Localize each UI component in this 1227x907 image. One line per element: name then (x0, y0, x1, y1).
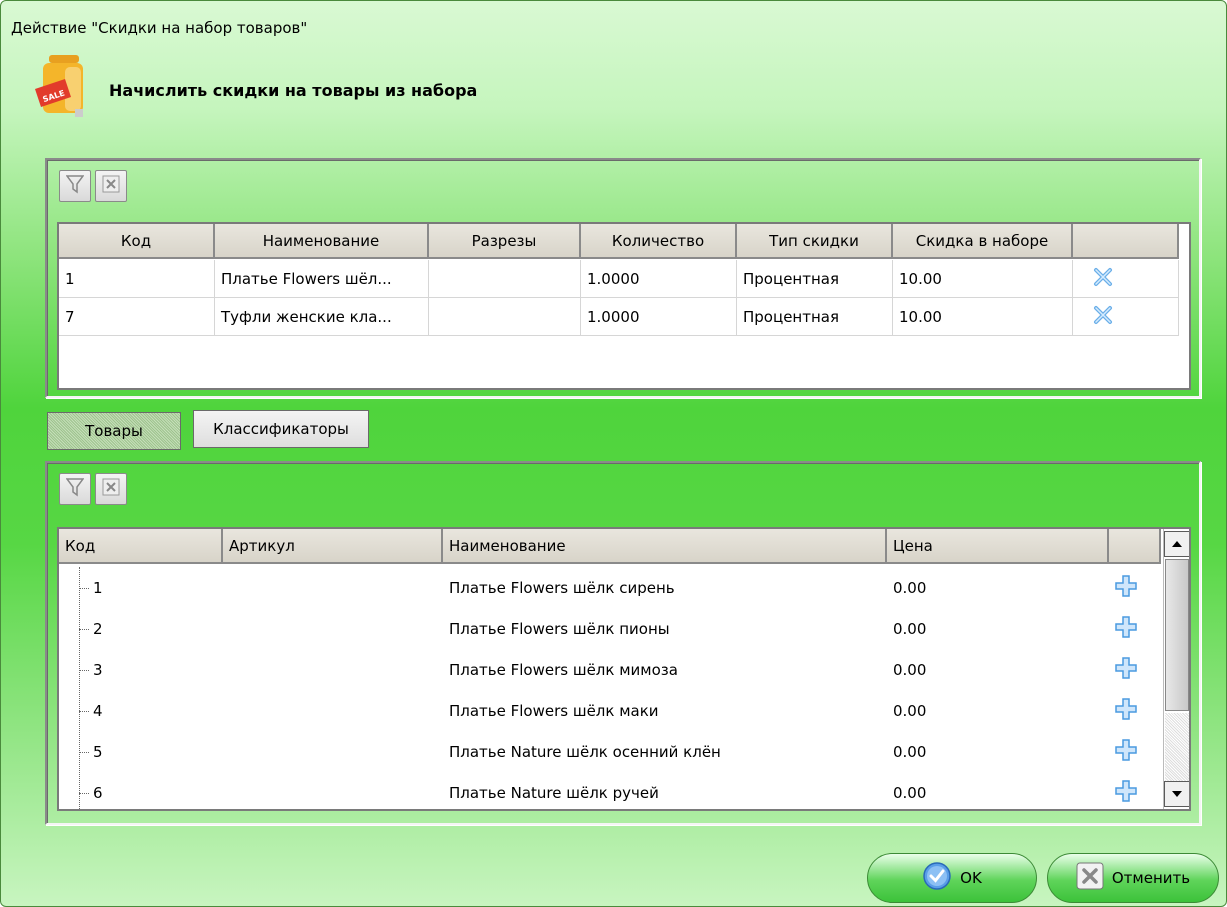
cell-name: Платье Nature шёлк ручей (449, 784, 659, 802)
cell-code: 1 (93, 579, 103, 597)
cancel-label: Отменить (1111, 869, 1191, 887)
col-qty[interactable]: Количество (581, 224, 737, 259)
scroll-down-button[interactable] (1164, 781, 1189, 807)
header-title: Начислить скидки на товары из набора (109, 81, 478, 100)
cell-name: Платье Flowers шёлк пионы (449, 620, 670, 638)
cell-cuts (429, 298, 581, 336)
cell-qty: 1.0000 (581, 298, 737, 336)
tree-connector (79, 567, 80, 809)
ok-label: OK (960, 869, 982, 887)
cell-code: 7 (59, 298, 215, 336)
col-cuts[interactable]: Разрезы (429, 224, 581, 259)
cell-name: Туфли женские кла... (215, 298, 429, 336)
filter-icon (65, 174, 85, 198)
cell-price: 0.00 (893, 579, 927, 597)
cell-name: Платье Nature шёлк осенний клён (449, 743, 721, 761)
col-code[interactable]: Код (59, 529, 223, 564)
remove-icon (1093, 267, 1113, 291)
cell-qty: 1.0000 (581, 260, 737, 298)
col-discount[interactable]: Скидка в наборе (893, 224, 1073, 259)
add-item-button[interactable] (1115, 569, 1137, 607)
cell-name: Платье Flowers шёлк маки (449, 702, 659, 720)
scroll-up-button[interactable] (1164, 531, 1189, 557)
add-item-button[interactable] (1115, 610, 1137, 648)
tree-connector (79, 752, 89, 753)
add-item-button[interactable] (1115, 692, 1137, 730)
cell-code: 4 (93, 702, 103, 720)
remove-row-button[interactable] (1073, 260, 1179, 298)
scroll-track[interactable] (1165, 713, 1189, 781)
col-actions (1109, 529, 1161, 564)
cell-price: 0.00 (893, 702, 927, 720)
vertical-scrollbar[interactable] (1163, 529, 1189, 809)
plus-icon (1115, 739, 1137, 765)
add-item-button[interactable] (1115, 733, 1137, 771)
col-price[interactable]: Цена (887, 529, 1109, 564)
add-item-button[interactable] (1115, 651, 1137, 689)
plus-icon (1115, 616, 1137, 642)
tab-classifiers[interactable]: Классификаторы (193, 410, 369, 448)
add-item-button[interactable] (1115, 774, 1137, 809)
sale-bag-icon: SALE (35, 53, 89, 119)
cancel-button[interactable]: Отменить (1047, 853, 1219, 903)
cancel-icon (1076, 862, 1104, 894)
tree-connector (79, 670, 89, 671)
cell-code: 6 (93, 784, 103, 802)
plus-icon (1115, 657, 1137, 683)
cell-name: Платье Flowers шёлк сирень (449, 579, 675, 597)
goods-panel: Код Артикул Наименование Цена 1 Платье F… (45, 461, 1201, 825)
cell-price: 0.00 (893, 661, 927, 679)
cell-code: 3 (93, 661, 103, 679)
col-discount-type[interactable]: Тип скидки (737, 224, 893, 259)
cell-type: Процентная (737, 298, 893, 336)
filter-button[interactable] (59, 170, 91, 202)
clear-filter-button[interactable] (95, 473, 127, 505)
col-name[interactable]: Наименование (443, 529, 887, 564)
set-panel: Код Наименование Разрезы Количество Тип … (45, 158, 1201, 398)
tree-connector (79, 629, 89, 630)
arrow-up-icon (1171, 536, 1183, 552)
plus-icon (1115, 575, 1137, 601)
tree-connector (79, 711, 89, 712)
cell-discount: 10.00 (893, 260, 1073, 298)
check-icon (922, 861, 952, 895)
clear-filter-button[interactable] (95, 170, 127, 202)
col-name[interactable]: Наименование (215, 224, 429, 259)
remove-icon (1093, 305, 1113, 329)
col-actions (1073, 224, 1179, 259)
cell-name: Платье Flowers шёл... (215, 260, 429, 298)
window-title: Действие "Скидки на набор товаров" (11, 19, 308, 37)
cell-price: 0.00 (893, 620, 927, 638)
cell-price: 0.00 (893, 743, 927, 761)
remove-row-button[interactable] (1073, 298, 1179, 336)
plus-icon (1115, 780, 1137, 806)
cell-code: 2 (93, 620, 103, 638)
cell-price: 0.00 (893, 784, 927, 802)
goods-table: Код Артикул Наименование Цена 1 Платье F… (57, 527, 1191, 811)
col-article[interactable]: Артикул (223, 529, 443, 564)
cell-code: 5 (93, 743, 103, 761)
cell-cuts (429, 260, 581, 298)
plus-icon (1115, 698, 1137, 724)
arrow-down-icon (1171, 786, 1183, 802)
tree-connector (79, 588, 89, 589)
col-code[interactable]: Код (59, 224, 215, 259)
ok-button[interactable]: OK (867, 853, 1037, 903)
cell-discount: 10.00 (893, 298, 1073, 336)
cell-type: Процентная (737, 260, 893, 298)
clear-icon (102, 478, 120, 500)
set-table: Код Наименование Разрезы Количество Тип … (57, 222, 1191, 390)
filter-icon (65, 477, 85, 501)
cell-code: 1 (59, 260, 215, 298)
filter-button[interactable] (59, 473, 91, 505)
tab-goods[interactable]: Товары (47, 412, 181, 450)
cell-name: Платье Flowers шёлк мимоза (449, 661, 678, 679)
clear-icon (102, 175, 120, 197)
tree-connector (79, 793, 89, 794)
dialog-window: Действие "Скидки на набор товаров" SALE … (0, 0, 1227, 907)
scroll-thumb[interactable] (1165, 559, 1189, 711)
